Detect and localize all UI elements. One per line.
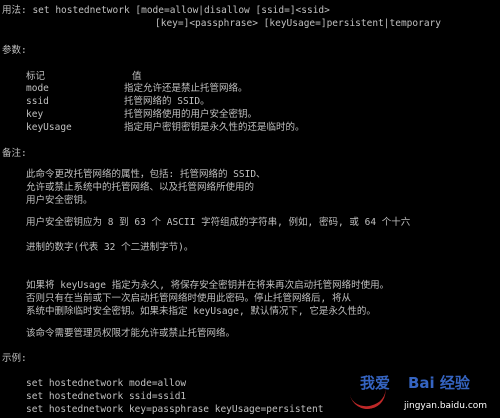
note-line: 否则只有在当前或下一次启动托管网络时使用此密码。停止托管网络后, 将从 [26,293,351,304]
param-tag-ssid: ssid [26,96,49,107]
note-line: 进制的数字(代表 32 个二进制字节)。 [26,242,194,253]
note-line: 此命令更改托管网络的属性，包括: 托管网络的 SSID、 [26,169,266,180]
notes-heading: 备注: [2,148,27,159]
param-tag-key: key [26,109,44,120]
param-desc-key: 托管网络使用的用户安全密钥。 [124,109,258,120]
param-desc-ssid: 托管网络的 SSID。 [124,96,210,107]
note-line: 用户安全密钥。 [26,195,93,206]
params-heading: 参数: [2,45,27,56]
param-desc-mode: 指定允许还是禁止托管网络。 [124,83,248,94]
note-line: 系统中删除临时安全密钥。如果未指定 keyUsage, 默认情况下, 它是永久性… [26,306,376,317]
note-line: 如果将 keyUsage 指定为永久, 将保存安全密钥并在将来再次启动托管网络时… [26,280,390,291]
watermark-text: 我爱 [360,374,391,392]
param-tag-mode: mode [26,83,49,94]
watermark-url: jingyan.baidu.com [404,401,488,411]
note-line: 该命令需要管理员权限才能允许或禁止托管网络。 [26,328,236,339]
param-desc-keyusage: 指定用户密钥密钥是永久性的还是临时的。 [124,122,305,133]
baidu-jingyan-watermark: 我爱 Bai 经验 jingyan.baidu.com [344,370,494,414]
example-line: set hostednetwork ssid=ssid1 [26,391,187,402]
note-line: 允许或禁止系统中的托管网络、以及托管网络所使用的 [26,182,255,193]
example-line: set hostednetwork mode=allow [26,378,187,389]
usage-line-2: [key=]<passphrase> [keyUsage=]persistent… [155,18,441,29]
watermark-brand: Bai 经验 [408,374,470,392]
note-line: 用户安全密钥应为 8 到 63 个 ASCII 字符组成的字符串, 例如, 密码… [26,217,411,228]
usage-line-1: 用法: set hostednetwork [mode=allow|disall… [2,5,330,16]
param-tag-keyusage: keyUsage [26,122,72,133]
examples-heading: 示例: [2,353,27,364]
example-line: set hostednetwork key=passphrase keyUsag… [26,404,324,415]
command-prompt-output: 用法: set hostednetwork [mode=allow|disall… [0,0,500,418]
